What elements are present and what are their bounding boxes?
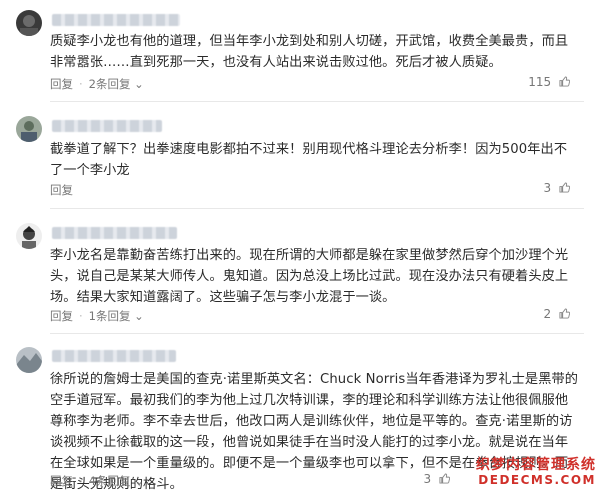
like-button[interactable]: 3 xyxy=(544,181,570,195)
view-replies-link[interactable]: 4条回复 xyxy=(89,474,131,488)
like-count: 3 xyxy=(543,181,552,195)
chevron-down-icon: ⌄ xyxy=(130,474,144,488)
like-button[interactable]: 115 xyxy=(528,75,570,89)
watermark-title: 织梦内容管理系统 xyxy=(476,457,596,473)
like-count: 3 xyxy=(423,472,432,486)
thumbs-up-icon xyxy=(439,473,450,484)
avatar[interactable] xyxy=(16,10,42,36)
reply-button[interactable]: 回复 xyxy=(50,474,73,488)
watermark-domain: DEDECMS.COM xyxy=(478,473,596,487)
view-replies-link[interactable]: 2条回复 xyxy=(89,77,131,91)
like-count: 115 xyxy=(528,75,552,89)
thumbs-up-icon xyxy=(559,308,570,319)
comment-text: 质疑李小龙也有他的道理，但当年李小龙到处和别人切磋，开武馆，收费全美最贵，而且非… xyxy=(50,34,569,70)
comment-actions: 回复 · 4条回复 ⌄ xyxy=(50,474,144,488)
reply-button[interactable]: 回复 xyxy=(50,77,73,91)
site-watermark: 织梦内容管理系统 DEDECMS.COM xyxy=(476,457,596,487)
avatar[interactable] xyxy=(16,116,42,142)
reply-button[interactable]: 回复 xyxy=(50,309,73,323)
chevron-down-icon: ⌄ xyxy=(130,77,144,91)
reply-button[interactable]: 回复 xyxy=(50,183,73,197)
divider xyxy=(50,101,584,102)
like-count: 2 xyxy=(543,307,552,321)
avatar[interactable] xyxy=(16,347,42,373)
chevron-down-icon: ⌄ xyxy=(130,309,144,323)
comment-actions: 回复 · 2条回复 ⌄ xyxy=(50,77,144,91)
avatar[interactable] xyxy=(16,223,42,249)
username-blurred[interactable] xyxy=(52,227,177,239)
divider xyxy=(50,208,584,209)
thumbs-up-icon xyxy=(559,182,570,193)
thumbs-up-icon xyxy=(559,76,570,87)
view-replies-link[interactable]: 1条回复 xyxy=(89,309,131,323)
comment-actions: 回复 · 1条回复 ⌄ xyxy=(50,309,144,323)
username-blurred[interactable] xyxy=(52,350,176,362)
comment-actions: 回复 xyxy=(50,182,73,198)
like-button[interactable]: 2 xyxy=(544,307,570,321)
comment-text: 李小龙名是靠勤奋苦练打出来的。现在所谓的大师都是躲在家里做梦然后穿个加沙理个光头… xyxy=(50,248,569,305)
username-blurred[interactable] xyxy=(52,120,162,132)
like-button[interactable]: 3 xyxy=(424,472,450,486)
username-blurred[interactable] xyxy=(52,14,180,26)
comment-text: 截拳道了解下？出拳速度电影都拍不过来！别用现代格斗理论去分析李！因为500年出不… xyxy=(50,142,568,178)
divider xyxy=(50,333,584,334)
